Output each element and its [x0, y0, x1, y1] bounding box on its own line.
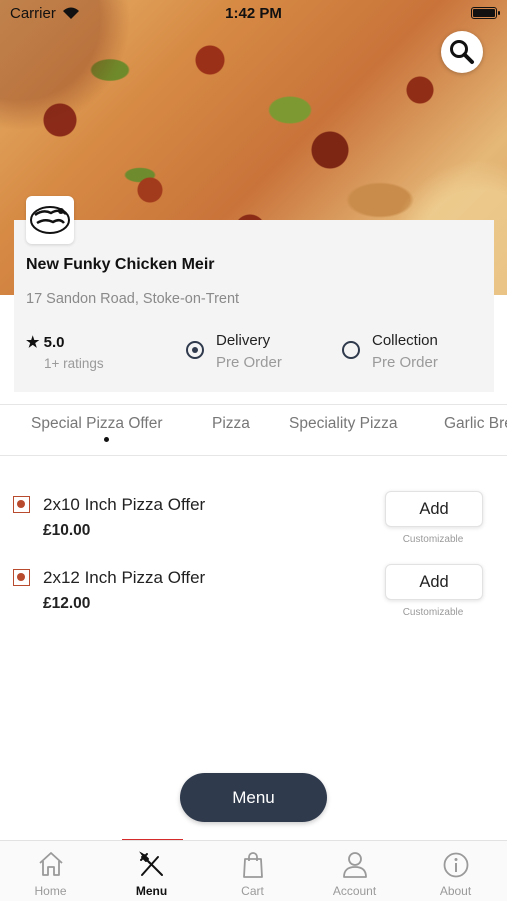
nav-about-label: About	[439, 884, 472, 898]
menu-button[interactable]: Menu	[180, 773, 327, 822]
nav-cart[interactable]: Cart	[202, 841, 303, 901]
food-type-icon	[13, 496, 30, 513]
collection-radio[interactable]	[342, 341, 360, 359]
collection-sub: Pre Order	[372, 354, 438, 371]
fork-knife-icon	[138, 851, 163, 876]
customizable-label: Customizable	[402, 534, 464, 545]
nav-menu-label: Menu	[135, 884, 168, 898]
list-item: 2x10 Inch Pizza Offer £10.00 Add Customi…	[0, 491, 507, 565]
bottom-nav: Home Menu Cart Account About	[0, 840, 507, 901]
rating-count: 1+ ratings	[44, 356, 104, 371]
tab-pizza[interactable]: Pizza	[212, 415, 250, 433]
restaurant-info-card: New Funky Chicken Meir 17 Sandon Road, S…	[14, 196, 494, 392]
restaurant-address: 17 Sandon Road, Stoke-on-Trent	[26, 291, 240, 307]
nav-account-label: Account	[332, 884, 377, 898]
status-bar: Carrier 1:42 PM	[0, 0, 507, 28]
nav-account[interactable]: Account	[304, 841, 405, 901]
food-type-icon	[13, 569, 30, 586]
nav-about[interactable]: About	[405, 841, 506, 901]
add-button[interactable]: Add	[385, 564, 483, 600]
search-icon	[450, 40, 474, 64]
nav-menu[interactable]: Menu	[101, 841, 202, 901]
tab-speciality-pizza[interactable]: Speciality Pizza	[289, 415, 398, 433]
list-item: 2x12 Inch Pizza Offer £12.00 Add Customi…	[0, 564, 507, 638]
restaurant-name: New Funky Chicken Meir	[26, 256, 215, 273]
item-price: £12.00	[43, 595, 91, 612]
status-time: 1:42 PM	[225, 5, 282, 22]
restaurant-logo	[26, 196, 74, 244]
item-price: £10.00	[43, 522, 91, 539]
info-icon	[443, 852, 468, 878]
tab-special-pizza-offer[interactable]: Special Pizza Offer	[31, 415, 163, 433]
delivery-radio[interactable]	[186, 341, 204, 359]
search-button[interactable]	[441, 31, 483, 73]
customizable-label: Customizable	[402, 607, 464, 618]
category-tabs: Special Pizza Offer Pizza Speciality Piz…	[0, 404, 507, 456]
rating: ★ 5.0	[26, 333, 64, 351]
nav-home-label: Home	[34, 884, 67, 898]
bag-icon	[242, 852, 263, 878]
item-name: 2x10 Inch Pizza Offer	[43, 495, 206, 514]
star-icon: ★	[26, 334, 40, 351]
delivery-sub: Pre Order	[216, 354, 282, 371]
user-icon	[342, 852, 367, 878]
delivery-label: Delivery	[216, 332, 271, 349]
tab-garlic-bread[interactable]: Garlic Bread	[444, 415, 507, 433]
nav-home[interactable]: Home	[0, 841, 101, 901]
add-button[interactable]: Add	[385, 491, 483, 527]
item-name: 2x12 Inch Pizza Offer	[43, 568, 206, 587]
collection-label: Collection	[372, 332, 438, 349]
nav-cart-label: Cart	[241, 884, 264, 898]
active-tab-indicator	[104, 437, 109, 442]
rating-value: 5.0	[43, 334, 65, 351]
restaurant-logo-image	[30, 206, 70, 234]
battery-icon	[471, 7, 500, 19]
home-icon	[38, 852, 63, 876]
